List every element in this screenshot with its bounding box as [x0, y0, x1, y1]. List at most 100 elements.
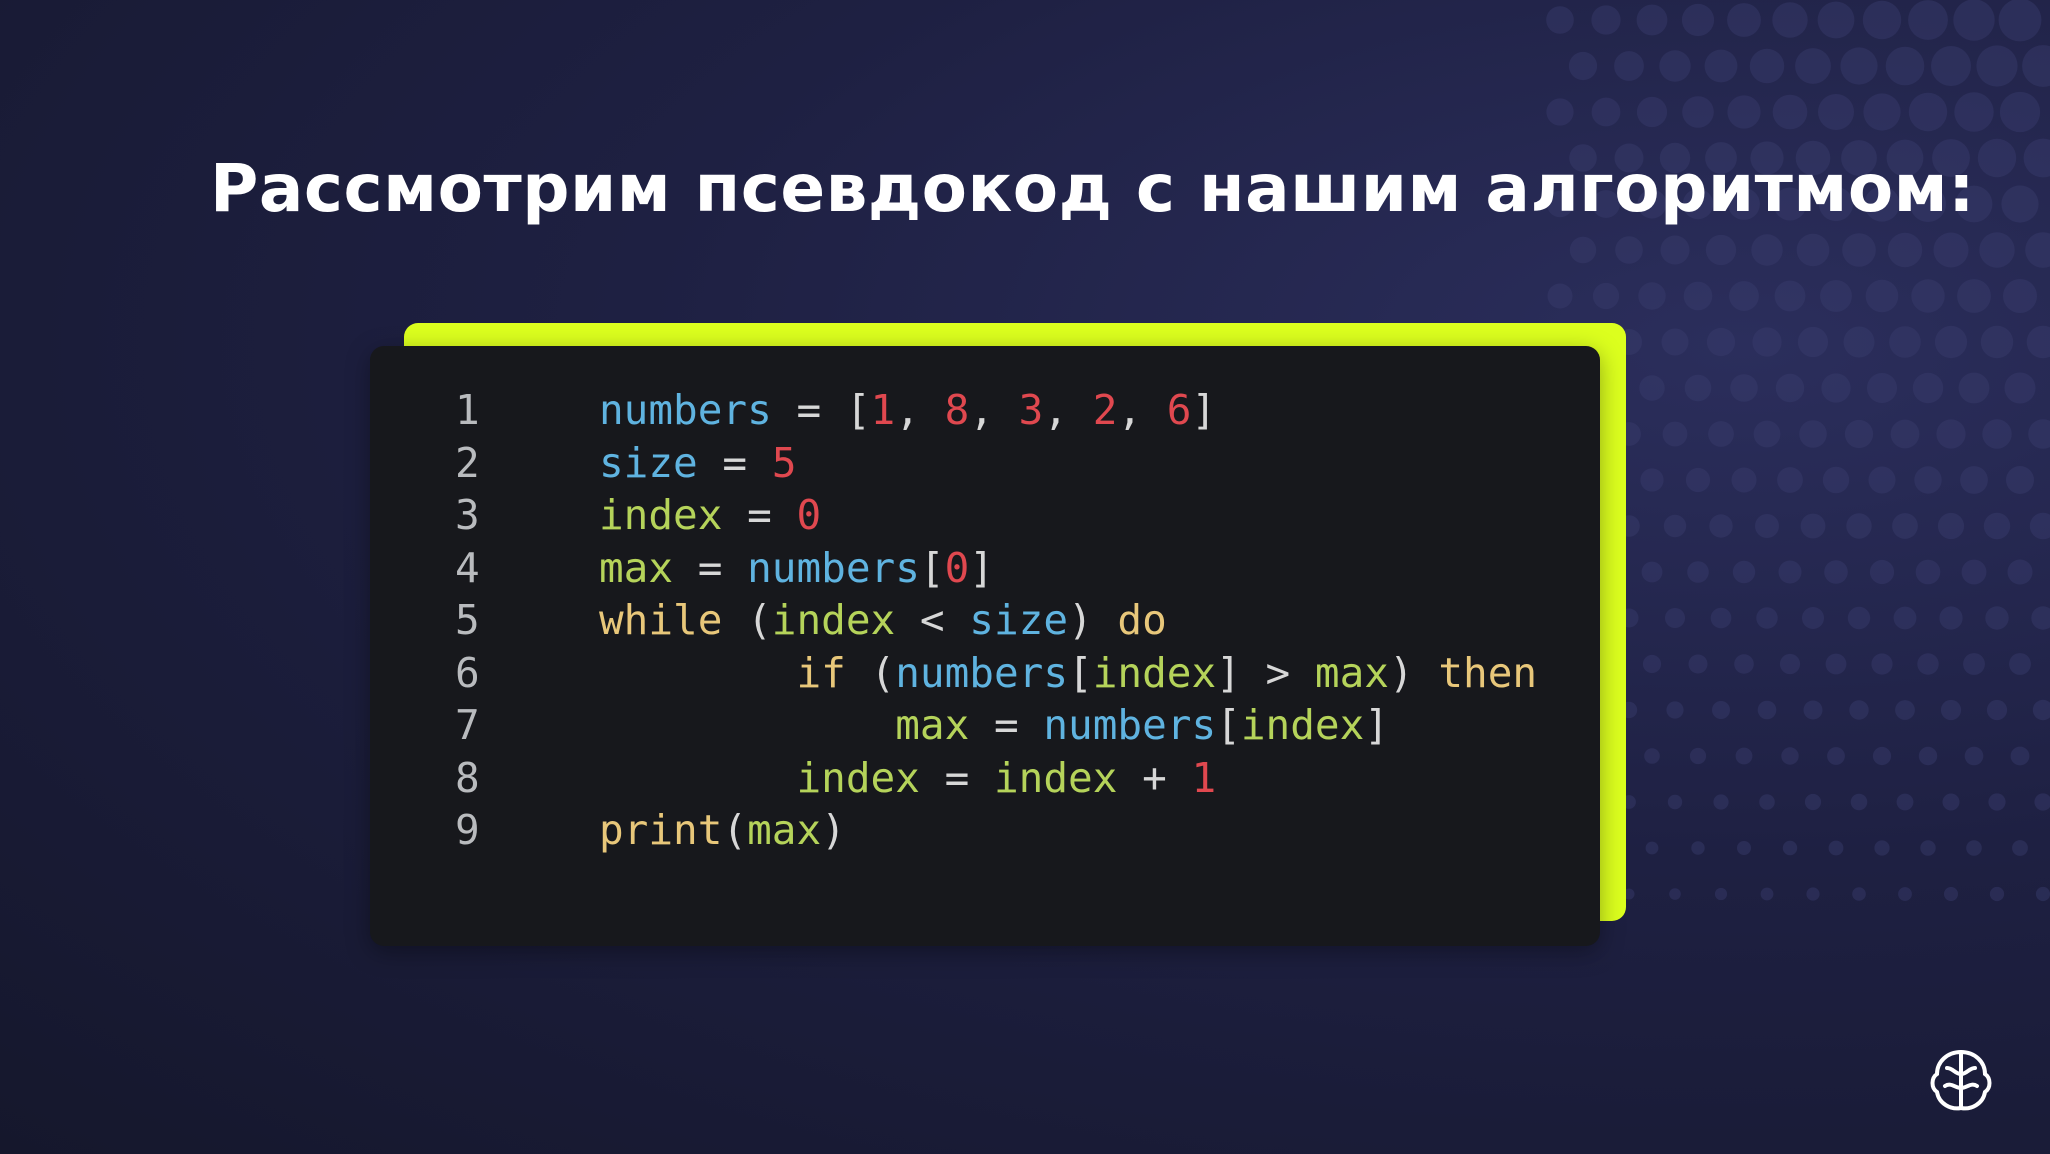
code-token: 3: [1018, 386, 1044, 434]
background-dot: [1931, 46, 1971, 86]
background-dot: [1852, 887, 1866, 901]
brain-icon: [1930, 1050, 1992, 1111]
background-dot: [1660, 235, 1690, 265]
line-number: 1: [455, 386, 480, 434]
code-token: >: [1240, 648, 1315, 697]
background-dot: [1796, 233, 1830, 267]
background-dot: [1893, 606, 1917, 630]
code-line: 7 max = numbers[index]: [370, 699, 1600, 751]
background-dot: [1546, 98, 1574, 126]
code-token: index: [1240, 701, 1365, 749]
background-dot: [2031, 606, 2050, 630]
background-dot: [1999, 91, 2041, 133]
code-token: (: [845, 648, 896, 697]
code-line: 2 size = 5: [370, 437, 1600, 489]
background-dot: [1977, 138, 2017, 178]
code-token: [: [1068, 648, 1093, 697]
background-dot: [1802, 607, 1824, 629]
code-token: 2: [1092, 386, 1118, 434]
background-dot: [1940, 699, 1962, 721]
background-dot: [1908, 92, 1948, 132]
background-dot: [1591, 97, 1621, 127]
background-dot: [1980, 325, 2014, 359]
code-text: index = 0: [599, 489, 821, 541]
background-dot: [1681, 3, 1715, 37]
background-dot: [1939, 606, 1963, 630]
background-dot: [2026, 325, 2050, 359]
line-number: 8: [455, 753, 480, 802]
background-dot: [1953, 0, 1995, 41]
background-dot: [1847, 606, 1871, 630]
background-dot: [1636, 4, 1668, 36]
code-token: index: [993, 753, 1118, 802]
background-dot: [1874, 840, 1890, 856]
background-dot: [1804, 793, 1822, 811]
background-dot: [1665, 608, 1685, 628]
background-dot: [1863, 93, 1901, 131]
background-dot: [1706, 327, 1736, 357]
background-dot: [1730, 374, 1758, 402]
code-token: ,: [1117, 386, 1167, 434]
background-dot: [2032, 699, 2050, 721]
code-token: ,: [1043, 386, 1093, 434]
background-dot: [1985, 606, 2009, 630]
background-dot: [1944, 887, 1958, 901]
background-dot: [1817, 1, 1855, 39]
background-dot: [1714, 887, 1728, 901]
background-dot: [1641, 561, 1663, 583]
code-token: index: [771, 596, 896, 644]
code-line: 3 index = 0: [370, 489, 1600, 541]
background-dot: [1727, 3, 1761, 37]
background-dot: [1663, 514, 1687, 538]
background-dot: [1547, 283, 1573, 309]
background-dot: [1795, 48, 1831, 84]
code-token: 0: [944, 543, 970, 592]
background-dot: [1638, 282, 1666, 310]
background-dot: [1914, 466, 1942, 494]
code-token: <: [895, 596, 970, 644]
background-dot: [1753, 420, 1781, 448]
code-token: numbers: [895, 648, 1069, 697]
background-dot: [1777, 467, 1803, 493]
background-dot: [1614, 51, 1644, 81]
line-number: 3: [455, 491, 480, 539]
code-token: size: [969, 596, 1069, 644]
background-dot: [1827, 747, 1845, 765]
background-dot: [1871, 653, 1893, 675]
code-text: print(max): [599, 804, 846, 856]
code-token: =: [919, 753, 994, 802]
code-line: 1 numbers = [1, 8, 3, 2, 6]: [370, 384, 1600, 436]
background-dot: [1781, 747, 1799, 765]
background-dot: [1842, 233, 1876, 267]
code-token: [: [1216, 701, 1241, 749]
background-dot: [1645, 841, 1659, 855]
background-dot: [1979, 232, 2015, 268]
code-token: 1: [870, 386, 896, 434]
background-dot: [1889, 326, 1921, 358]
background-dot: [1942, 793, 1960, 811]
background-dot: [1892, 513, 1918, 539]
code-token: 0: [796, 491, 822, 539]
background-dot: [1731, 467, 1757, 493]
background-dot: [2004, 372, 2036, 404]
code-token: do: [1117, 596, 1167, 644]
code-token: while: [599, 596, 723, 644]
code-token: if: [796, 648, 846, 697]
background-dot: [1689, 747, 1707, 765]
background-dot: [1639, 375, 1665, 401]
background-dot: [1865, 279, 1899, 313]
background-dot: [1775, 373, 1805, 403]
background-dot: [1867, 373, 1897, 403]
background-dot: [1828, 840, 1844, 856]
background-dot: [1890, 419, 1920, 449]
code-token: max: [747, 806, 822, 854]
background-dot: [1966, 840, 1982, 856]
background-dot: [1615, 236, 1643, 264]
background-dot: [1757, 700, 1777, 720]
background-dot: [1687, 561, 1709, 583]
code-token: ): [1388, 648, 1439, 697]
background-dot: [1774, 280, 1806, 312]
background-dot: [1546, 6, 1574, 34]
code-line: 5 while (index < size) do: [370, 594, 1600, 646]
code-token: =: [771, 386, 846, 434]
